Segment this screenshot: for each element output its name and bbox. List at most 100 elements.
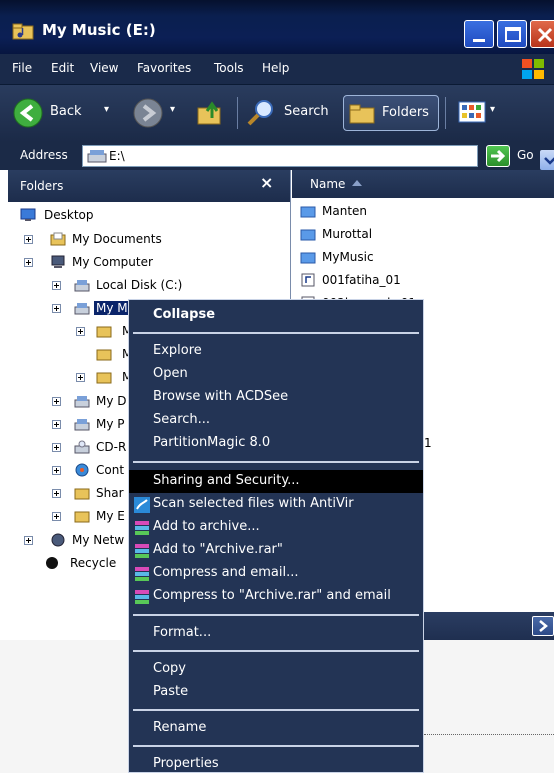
folder-icon: [74, 488, 90, 500]
tree-item-my-documents[interactable]: My Documents: [24, 230, 184, 250]
tree-item-cd-drive[interactable]: CD-R: [52, 438, 132, 458]
maximize-button[interactable]: [497, 20, 527, 48]
forward-dropdown-icon[interactable]: ▾: [170, 104, 175, 115]
menu-item-scan-antivir[interactable]: Scan selected files with AntiVir: [129, 493, 423, 516]
address-value: E:\: [109, 149, 125, 163]
chevron-down-icon: [544, 157, 554, 165]
menu-view[interactable]: View: [90, 61, 118, 75]
column-header-name[interactable]: Name: [292, 170, 554, 198]
menu-item-paste[interactable]: Paste: [129, 681, 423, 704]
menu-item-add-rar[interactable]: Add to "Archive.rar": [129, 539, 423, 562]
drive-icon: [87, 150, 107, 163]
views-button[interactable]: ▾: [452, 95, 508, 131]
drive-icon: [74, 303, 90, 315]
tree-item-my-computer[interactable]: My Computer: [24, 253, 184, 273]
menu-item-copy[interactable]: Copy: [129, 658, 423, 681]
folder-icon: [96, 372, 112, 384]
expand-icon[interactable]: [24, 536, 33, 545]
expand-icon[interactable]: [24, 235, 33, 244]
menu-item-collapse[interactable]: Collapse: [129, 304, 423, 327]
search-button[interactable]: Search: [246, 95, 336, 131]
menu-item-compress-rar-email[interactable]: Compress to "Archive.rar" and email: [129, 585, 423, 608]
address-field[interactable]: E:\: [82, 145, 554, 170]
folder-icon: [300, 252, 316, 264]
menu-tools[interactable]: Tools: [214, 61, 244, 75]
winrar-icon: [135, 521, 149, 535]
expand-icon[interactable]: [52, 304, 61, 313]
menu-item-sharing-security[interactable]: Sharing and Security...: [129, 470, 423, 493]
scroll-right-button[interactable]: [532, 616, 554, 636]
folders-button[interactable]: Folders: [343, 95, 439, 131]
expand-icon[interactable]: [24, 258, 33, 267]
forward-button[interactable]: ▾: [132, 95, 182, 131]
documents-folder-icon: [50, 232, 66, 246]
winrar-icon: [135, 590, 149, 604]
address-dropdown[interactable]: [540, 150, 554, 170]
menu-item-rename[interactable]: Rename: [129, 717, 423, 740]
expand-icon[interactable]: [52, 443, 61, 452]
tree-item-user-documents[interactable]: My E: [52, 507, 132, 527]
back-arrow-icon: [13, 98, 43, 128]
up-folder-button[interactable]: [196, 95, 230, 131]
menu-item-format[interactable]: Format...: [129, 622, 423, 645]
menu-item-explore[interactable]: Explore: [129, 340, 423, 363]
menu-divider: [133, 709, 419, 711]
toolbar: Back ▾ ▾ Search Folders ▾: [0, 85, 554, 143]
tree-item-desktop[interactable]: Desktop: [20, 206, 140, 226]
expand-icon[interactable]: [52, 489, 61, 498]
menu-item-add-archive[interactable]: Add to archive...: [129, 516, 423, 539]
tree-item-subfolder[interactable]: M: [76, 322, 136, 342]
back-button[interactable]: Back ▾: [12, 95, 122, 131]
expand-icon[interactable]: [76, 327, 85, 336]
address-bar: Address E:\ Go: [0, 142, 554, 170]
cd-drive-icon: [74, 440, 90, 454]
tree-item-control-panel[interactable]: Cont: [52, 461, 132, 481]
views-dropdown-icon[interactable]: ▾: [490, 104, 495, 115]
computer-icon: [51, 255, 65, 268]
go-arrow-icon: [491, 149, 506, 163]
tree-item-drive[interactable]: My P: [52, 415, 132, 435]
expand-icon[interactable]: [52, 466, 61, 475]
menu-edit[interactable]: Edit: [51, 61, 74, 75]
audio-file-icon: [301, 273, 315, 287]
tree-item-shared-documents[interactable]: Shar: [52, 484, 132, 504]
title-bar: My Music (E:): [0, 0, 554, 54]
menu-item-search[interactable]: Search...: [129, 409, 423, 432]
go-label[interactable]: Go: [517, 148, 534, 162]
menu-divider: [133, 332, 419, 334]
tree-item-recycle-bin[interactable]: Recycle: [44, 554, 134, 574]
close-button[interactable]: [530, 20, 554, 48]
minimize-button[interactable]: [464, 20, 494, 48]
folder-icon: [96, 349, 112, 361]
tree-item-my-network-places[interactable]: My Netw: [24, 531, 134, 551]
menu-help[interactable]: Help: [262, 61, 289, 75]
menu-item-partition-magic[interactable]: PartitionMagic 8.0: [129, 432, 423, 455]
back-dropdown-icon[interactable]: ▾: [104, 104, 109, 115]
status-divider: [424, 734, 554, 735]
tree-item-local-disk-c[interactable]: Local Disk (C:): [52, 276, 232, 296]
close-folders-pane-button[interactable]: ×: [260, 173, 273, 192]
sort-ascending-icon: [352, 180, 362, 186]
folders-pane-header: Folders ×: [8, 170, 290, 202]
expand-icon[interactable]: [52, 420, 61, 429]
expand-icon[interactable]: [76, 373, 85, 382]
expand-icon[interactable]: [52, 397, 61, 406]
expand-icon[interactable]: [52, 281, 61, 290]
tree-item-subfolder[interactable]: M: [76, 368, 136, 388]
go-button[interactable]: [486, 145, 510, 167]
menu-item-open[interactable]: Open: [129, 363, 423, 386]
menu-divider: [133, 745, 419, 747]
windows-logo-icon: [522, 59, 544, 79]
folder-icon: [300, 206, 316, 218]
menu-divider: [133, 461, 419, 463]
menu-item-compress-email[interactable]: Compress and email...: [129, 562, 423, 585]
menu-item-browse-acdsee[interactable]: Browse with ACDSee: [129, 386, 423, 409]
winrar-icon: [135, 544, 149, 558]
expand-icon[interactable]: [52, 512, 61, 521]
tree-item-drive[interactable]: My D: [52, 392, 132, 412]
drive-icon: [74, 396, 90, 408]
toolbar-separator: [237, 97, 238, 129]
back-label: Back: [50, 104, 82, 119]
menu-file[interactable]: File: [12, 61, 32, 75]
menu-favorites[interactable]: Favorites: [137, 61, 191, 75]
